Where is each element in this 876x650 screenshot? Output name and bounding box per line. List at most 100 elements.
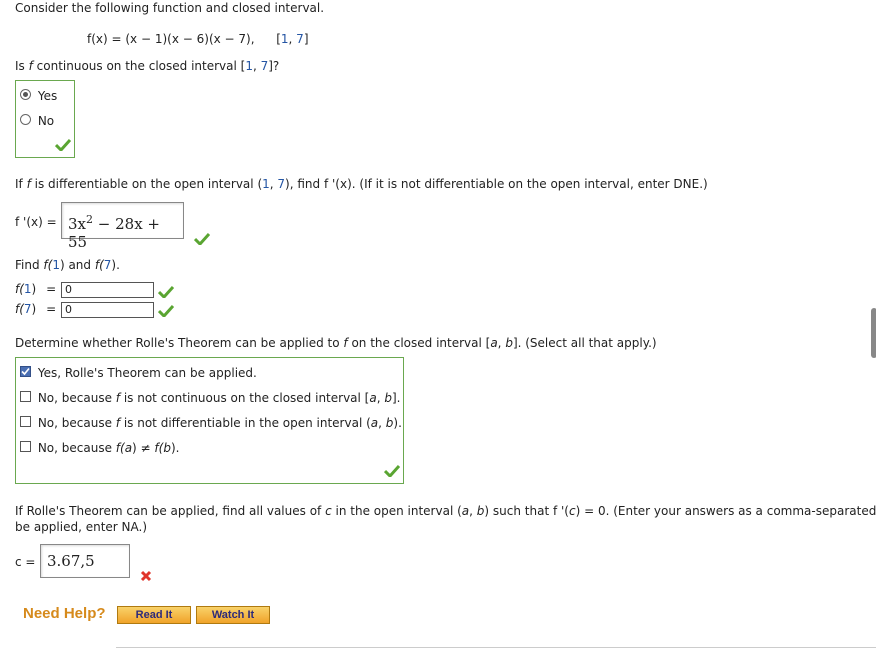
q5-prompt-line1: If Rolle's Theorem can be applied, find … bbox=[15, 504, 876, 518]
q2-b: 7 bbox=[277, 177, 286, 191]
q3-row1-f: f( bbox=[15, 282, 24, 296]
derivative-base: 3x bbox=[68, 215, 87, 233]
q4-opt4-neq: ≠ bbox=[136, 441, 155, 455]
q4-option-3-label: No, because f is not differentiable in t… bbox=[38, 416, 402, 430]
q3-row1-close: ) bbox=[31, 282, 37, 296]
q1-option-yes[interactable]: Yes bbox=[20, 89, 57, 103]
q4-opt3-comma: , bbox=[378, 416, 386, 430]
q4-opt3-mid: is not differentiable in the open interv… bbox=[120, 416, 371, 430]
q1-prompt: Is f continuous on the closed interval [… bbox=[15, 59, 279, 73]
need-help-label: Need Help? bbox=[23, 605, 106, 622]
q4-option-4-label: No, because f(a) ≠ f(b). bbox=[38, 441, 180, 455]
q5-answer-label: c = bbox=[15, 555, 36, 569]
c-values-answer-field[interactable]: 3.67,5 bbox=[40, 544, 130, 578]
q3-prompt-pre: Find bbox=[15, 258, 44, 272]
interval-b: 7 bbox=[296, 32, 304, 46]
q4-opt4-b: b bbox=[163, 441, 171, 455]
q3-row1-label: f(1) = bbox=[15, 282, 56, 296]
correct-check-icon bbox=[158, 286, 174, 298]
q2-rest: , find f '(x). (If it is not differentia… bbox=[289, 177, 708, 191]
q4-opt3-end: ). bbox=[393, 416, 402, 430]
scrollbar-thumb[interactable] bbox=[871, 308, 876, 358]
q3-row1-n: 1 bbox=[23, 282, 32, 296]
watch-it-button[interactable]: Watch It bbox=[196, 606, 270, 624]
function-expression: f(x) = (x − 1)(x − 6)(x − 7), bbox=[87, 32, 255, 46]
q1-option-no-label: No bbox=[37, 114, 55, 128]
q1-option-yes-label: Yes bbox=[37, 89, 58, 103]
q4-opt4-a: a bbox=[124, 441, 133, 455]
q4-prompt-text: Determine whether Rolle's Theorem can be… bbox=[15, 336, 344, 350]
derivative-answer-field[interactable]: 3x2 − 28x + 55 bbox=[61, 202, 184, 251]
q1-mid: continuous on the closed interval bbox=[32, 59, 241, 73]
checkbox-fa-neq-fb[interactable] bbox=[20, 441, 31, 452]
interval-a: 1 bbox=[280, 32, 289, 46]
q4-option-1-label: Yes, Rolle's Theorem can be applied. bbox=[37, 366, 257, 380]
f1-input[interactable]: 0 bbox=[61, 282, 154, 298]
correct-check-icon bbox=[384, 465, 400, 477]
q3-row2-n: 7 bbox=[23, 302, 32, 316]
q4-opt4-fa: f( bbox=[115, 441, 125, 455]
q5-mid: in the open interval ( bbox=[331, 504, 462, 518]
q4-option-1[interactable]: Yes, Rolle's Theorem can be applied. bbox=[20, 366, 257, 380]
q4-opt4-fb: f( bbox=[154, 441, 164, 455]
q3-row2-close: ) bbox=[31, 302, 37, 316]
q3-prompt-f7: f( bbox=[94, 258, 104, 272]
radio-yes[interactable] bbox=[20, 89, 31, 100]
q5-prompt-line2: be applied, enter NA.) bbox=[15, 520, 147, 534]
q3-prompt-f1: f( bbox=[43, 258, 53, 272]
q4-option-4[interactable]: No, because f(a) ≠ f(b). bbox=[20, 441, 179, 455]
q5-comma: , bbox=[469, 504, 477, 518]
incorrect-x-icon bbox=[140, 570, 152, 582]
q2-prompt: If f is differentiable on the open inter… bbox=[15, 177, 708, 191]
read-it-button[interactable]: Read It bbox=[117, 606, 191, 624]
q4-opt4-pre: No, because bbox=[37, 441, 116, 455]
intro-text: Consider the following function and clos… bbox=[15, 1, 325, 15]
f7-input[interactable]: 0 bbox=[61, 302, 154, 318]
q3-prompt-and: and bbox=[64, 258, 95, 272]
q3-row2-f: f( bbox=[15, 302, 24, 316]
q2-answer-label: f '(x) = bbox=[15, 215, 57, 229]
q5-c: c bbox=[325, 504, 332, 518]
radio-no[interactable] bbox=[20, 114, 31, 125]
checkbox-not-differentiable[interactable] bbox=[20, 416, 31, 427]
q3-row1-eq: = bbox=[46, 282, 57, 296]
q4-option-2[interactable]: No, because f is not continuous on the c… bbox=[20, 391, 401, 405]
q4-opt3-pre: No, because bbox=[37, 416, 116, 430]
footer-divider bbox=[116, 647, 876, 648]
q1-pre: Is bbox=[15, 59, 29, 73]
q1-bracket-close: ]? bbox=[268, 59, 280, 73]
q4-prompt-end: ]. (Select all that apply.) bbox=[512, 336, 657, 350]
q4-opt4-close-b: ). bbox=[170, 441, 180, 455]
q5-c2: c bbox=[568, 504, 576, 518]
derivative-exponent: 2 bbox=[86, 213, 94, 226]
function-definition: f(x) = (x − 1)(x − 6)(x − 7), [1, 7] bbox=[87, 32, 309, 46]
q3-row2-eq: = bbox=[46, 302, 57, 316]
q1-a: 1 bbox=[245, 59, 253, 73]
q5-pre: If Rolle's Theorem can be applied, find … bbox=[15, 504, 326, 518]
q4-opt2-end: ]. bbox=[392, 391, 401, 405]
q4-opt2-a: a bbox=[369, 391, 377, 405]
q1-option-no[interactable]: No bbox=[20, 114, 54, 128]
correct-check-icon bbox=[55, 139, 71, 151]
q4-prompt-mid: on the closed interval [ bbox=[347, 336, 491, 350]
q4-opt2-b: b bbox=[384, 391, 392, 405]
derivative-answer-value: 3x2 − 28x + 55 bbox=[68, 213, 183, 251]
q4-option-3[interactable]: No, because f is not differentiable in t… bbox=[20, 416, 402, 430]
q4-b: b bbox=[505, 336, 513, 350]
correct-check-icon bbox=[194, 233, 210, 245]
q4-opt2-mid: is not continuous on the closed interval… bbox=[120, 391, 370, 405]
q5-end: ) = 0. (Enter your answers as a comma-se… bbox=[575, 504, 876, 518]
q3-prompt-close7: ). bbox=[111, 258, 120, 272]
q2-pre: If bbox=[15, 177, 27, 191]
q3-row2-label: f(7) = bbox=[15, 302, 56, 316]
checkbox-not-continuous[interactable] bbox=[20, 391, 31, 402]
q2-a: 1 bbox=[262, 177, 270, 191]
q4-a: a bbox=[490, 336, 498, 350]
checkbox-yes-applied[interactable] bbox=[20, 366, 31, 377]
q2-mid: is differentiable on the open interval bbox=[30, 177, 258, 191]
correct-check-icon bbox=[158, 305, 174, 317]
q4-option-2-label: No, because f is not continuous on the c… bbox=[38, 391, 401, 405]
checkmark-icon bbox=[21, 367, 30, 376]
c-values-answer-value: 3.67,5 bbox=[47, 552, 95, 570]
q5-mid2: ) such that f '( bbox=[484, 504, 569, 518]
